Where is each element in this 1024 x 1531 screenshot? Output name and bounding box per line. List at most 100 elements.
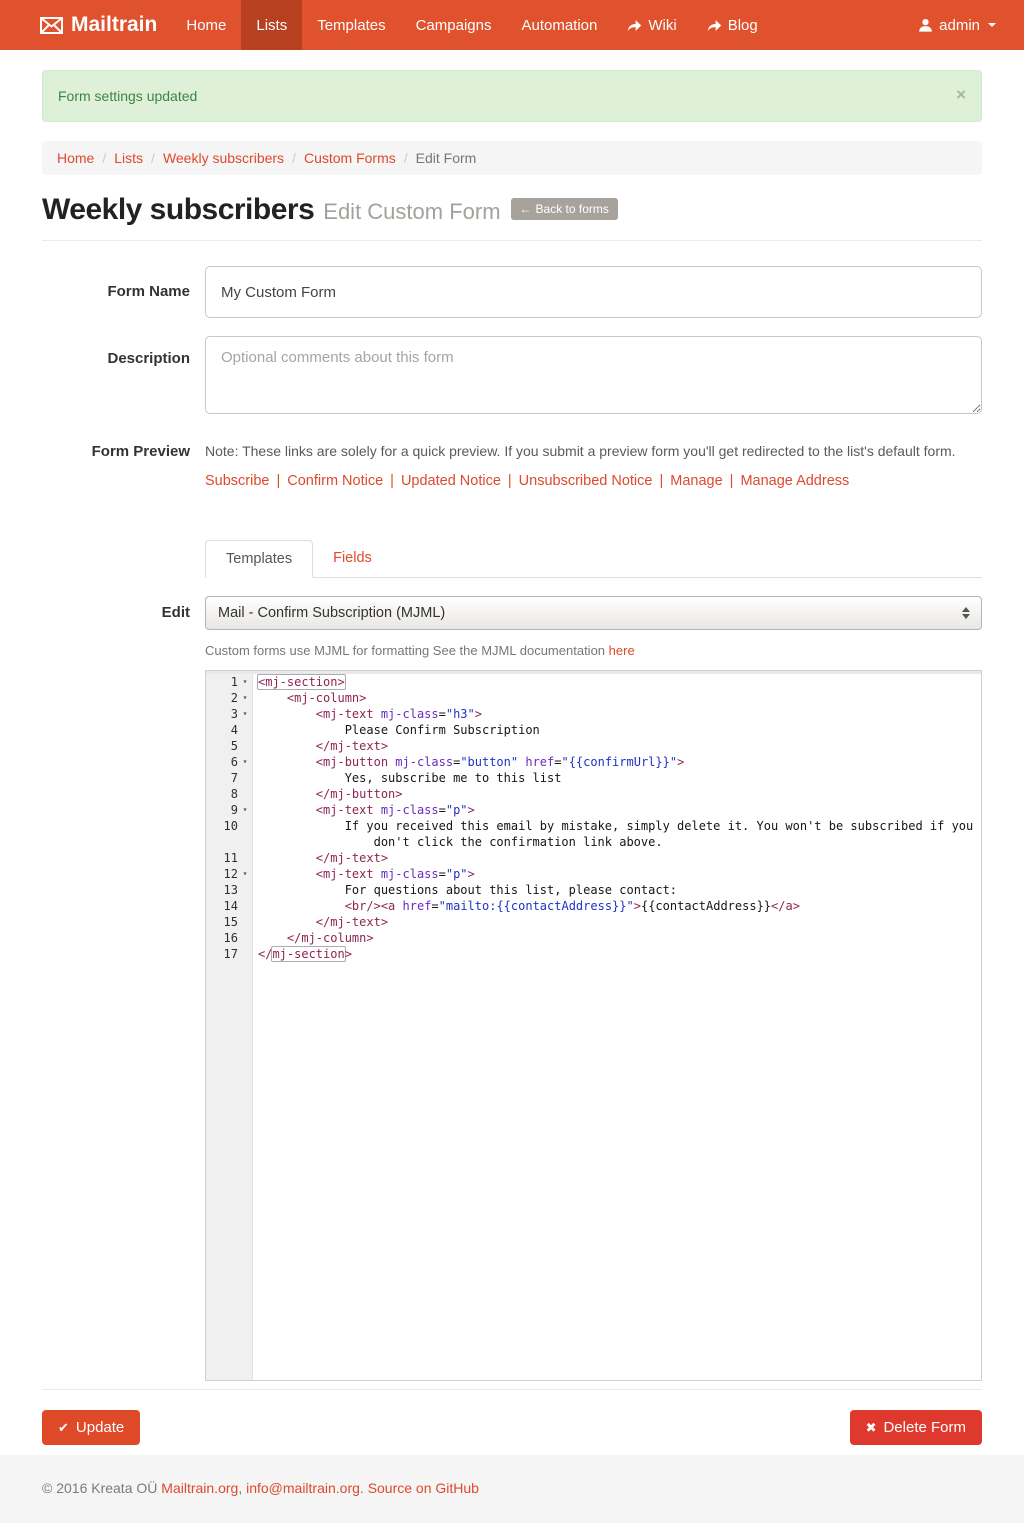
code-segment: <mj-column> [287, 691, 366, 705]
footer-text-part: . [360, 1480, 368, 1496]
code-segment: = [431, 899, 438, 913]
nav-item-home[interactable]: Home [171, 0, 241, 50]
line-number: 10 [206, 818, 238, 834]
brand[interactable]: Mailtrain [40, 0, 157, 50]
fold-arrow-icon[interactable]: ▾ [238, 866, 252, 882]
code-line: 3▾ <mj-text mj-class="h3"> [206, 706, 981, 722]
user-label: admin [939, 17, 980, 34]
fold-arrow-icon[interactable]: ▾ [238, 674, 252, 690]
breadcrumb-link[interactable]: Custom Forms [304, 150, 396, 166]
gutter-cell: 6▾ [206, 754, 252, 770]
breadcrumb-item: Home [57, 150, 94, 166]
line-number: 8 [206, 786, 238, 802]
form-name-input[interactable] [205, 266, 982, 318]
bottom-divider [42, 1389, 982, 1390]
description-textarea[interactable] [205, 336, 982, 414]
preview-link[interactable]: Manage [652, 473, 722, 489]
code-line: 17</mj-section> [206, 946, 981, 962]
code-text: </mj-text> [252, 850, 981, 866]
nav-item-campaigns[interactable]: Campaigns [401, 0, 507, 50]
fold-arrow-icon[interactable]: ▾ [238, 802, 252, 818]
action-bar: ✔ Update ✖ Delete Form [42, 1410, 982, 1445]
code-editor[interactable]: 1▾<mj-section>2▾ <mj-column>3▾ <mj-text … [205, 670, 982, 1381]
gutter-cell: 5 [206, 738, 252, 754]
nav-item-label: Blog [728, 17, 758, 34]
code-segment [374, 867, 381, 881]
line-number: 14 [206, 898, 238, 914]
code-segment: <mj-text [316, 803, 374, 817]
code-segment: "p" [446, 867, 468, 881]
code-segment: mj-class [381, 707, 439, 721]
code-line: 4 Please Confirm Subscription [206, 722, 981, 738]
gutter-cell: 3▾ [206, 706, 252, 722]
brand-label: Mailtrain [71, 13, 157, 37]
preview-link[interactable]: Unsubscribed Notice [501, 473, 653, 489]
gutter-cell: 12▾ [206, 866, 252, 882]
code-text: <mj-text mj-class="p"> [252, 866, 981, 882]
fold-arrow-icon[interactable]: ▾ [238, 690, 252, 706]
back-to-forms-button[interactable]: ←Back to forms [511, 198, 618, 220]
code-text: For questions about this list, please co… [252, 882, 981, 898]
code-segment: <mj-text [316, 707, 374, 721]
update-button[interactable]: ✔ Update [42, 1410, 140, 1445]
code-segment: Yes, subscribe me to this list [258, 771, 561, 785]
gutter-cell: 13 [206, 882, 252, 898]
tabs: TemplatesFields [205, 540, 982, 578]
footer-link[interactable]: Mailtrain.org [161, 1480, 238, 1496]
breadcrumb: HomeListsWeekly subscribersCustom FormsE… [42, 141, 982, 175]
code-segment [258, 899, 345, 913]
code-text: </mj-text> [252, 914, 981, 930]
gutter-cell: 2▾ [206, 690, 252, 706]
code-segment: > [468, 803, 475, 817]
preview-link[interactable]: Updated Notice [383, 473, 501, 489]
form-preview-row: Form Preview Note: These links are solel… [42, 435, 982, 489]
nav-item-wiki[interactable]: Wiki [612, 0, 691, 50]
fold-arrow-icon[interactable]: ▾ [238, 754, 252, 770]
line-number: 4 [206, 722, 238, 738]
mjml-help-prefix: Custom forms use MJML for formatting See… [205, 643, 605, 658]
footer-text-part: , [238, 1480, 246, 1496]
preview-link[interactable]: Manage Address [723, 473, 850, 489]
gutter-cell: 11 [206, 850, 252, 866]
tab-fields[interactable]: Fields [313, 540, 392, 578]
breadcrumb-link[interactable]: Lists [114, 150, 143, 166]
gutter-cell: 17 [206, 946, 252, 962]
breadcrumb-link[interactable]: Weekly subscribers [163, 150, 284, 166]
user-icon [918, 18, 933, 33]
footer-link[interactable]: info@mailtrain.org [246, 1480, 360, 1496]
nav-item-templates[interactable]: Templates [302, 0, 400, 50]
fold-arrow-icon[interactable]: ▾ [238, 706, 252, 722]
line-number: 5 [206, 738, 238, 754]
close-icon[interactable]: × [956, 88, 966, 104]
gutter-cell: 15 [206, 914, 252, 930]
updown-arrows-icon [962, 607, 970, 619]
preview-link[interactable]: Subscribe [205, 473, 269, 489]
delete-form-button[interactable]: ✖ Delete Form [850, 1410, 982, 1445]
tab-templates[interactable]: Templates [205, 540, 313, 578]
share-arrow-icon [707, 19, 722, 32]
code-segment [374, 803, 381, 817]
line-number: 13 [206, 882, 238, 898]
line-number: 11 [206, 850, 238, 866]
code-segment: "{{confirmUrl}}" [561, 755, 677, 769]
breadcrumb-link[interactable]: Home [57, 150, 94, 166]
code-segment: > [345, 947, 352, 961]
user-menu[interactable]: admin [918, 0, 996, 50]
code-segment: </mj-text> [316, 915, 388, 929]
code-segment: {{contactAddress}} [641, 899, 771, 913]
line-number: 6 [206, 754, 238, 770]
preview-link[interactable]: Confirm Notice [269, 473, 383, 489]
mjml-docs-link[interactable]: here [609, 643, 635, 658]
nav-item-lists[interactable]: Lists [241, 0, 302, 50]
nav-item-blog[interactable]: Blog [692, 0, 773, 50]
nav-item-automation[interactable]: Automation [506, 0, 612, 50]
code-segment: > [475, 707, 482, 721]
code-segment: </mj-text> [316, 739, 388, 753]
footer-link[interactable]: Source on GitHub [368, 1480, 479, 1496]
code-segment: "mailto:{{contactAddress}}" [439, 899, 634, 913]
gutter-cell: 7 [206, 770, 252, 786]
code-line: 10 If you received this email by mistake… [206, 818, 981, 850]
code-segment: mj-class [381, 867, 439, 881]
page-title: Weekly subscribers [42, 193, 314, 226]
template-select[interactable]: Mail - Confirm Subscription (MJML) [205, 596, 982, 630]
